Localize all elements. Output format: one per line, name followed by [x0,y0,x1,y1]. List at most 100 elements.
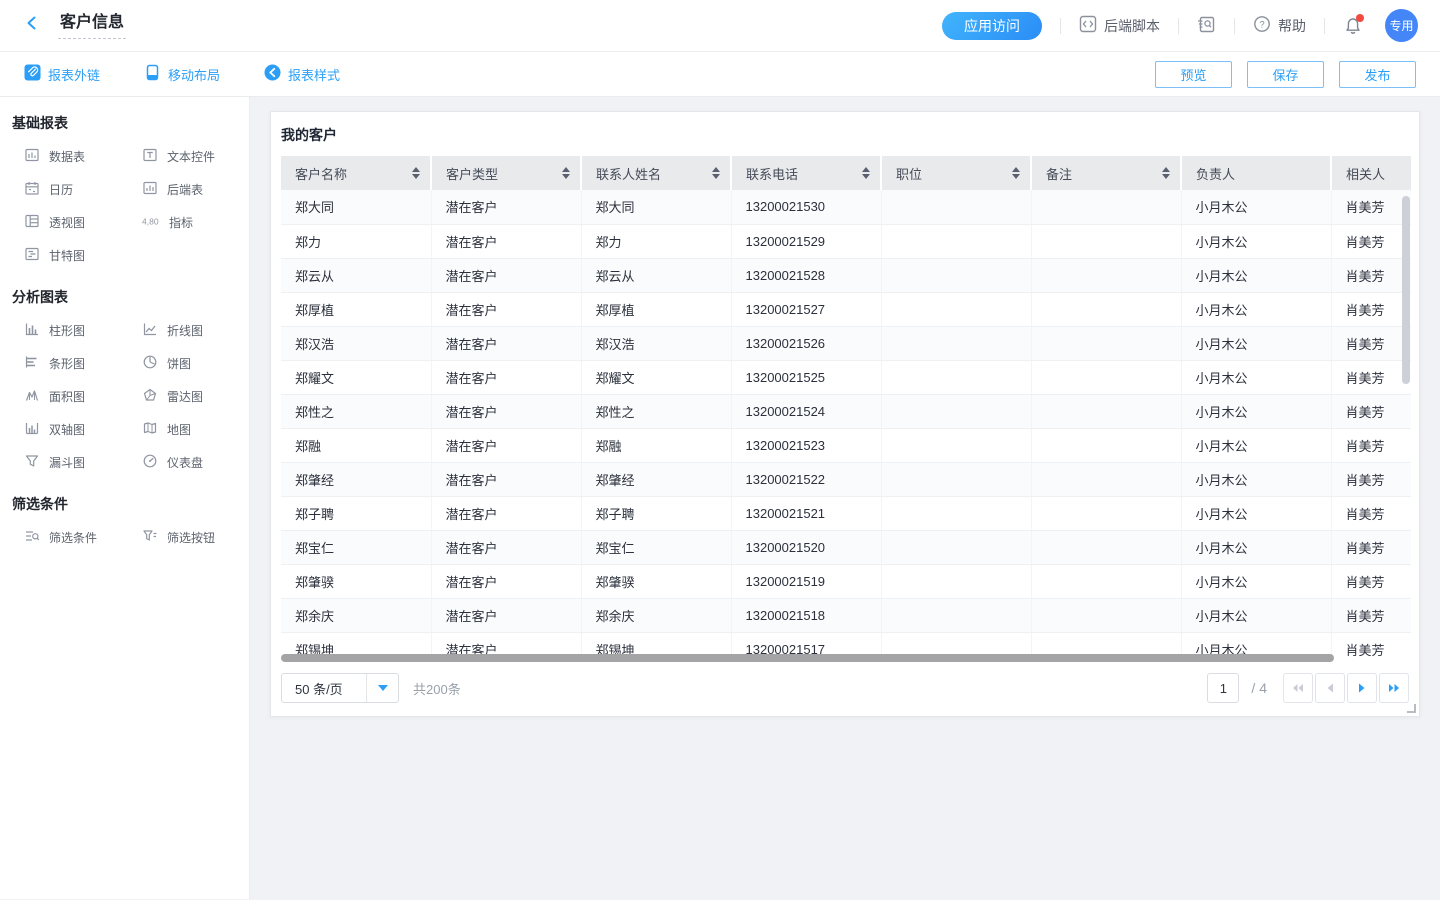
widget-column-chart[interactable]: 柱形图 [24,321,142,340]
cell-name: 郑肇骙 [281,564,431,598]
column-header-note[interactable]: 备注 [1031,156,1181,190]
widget-filter-button[interactable]: 筛选按钮 [142,528,252,547]
cell-contact: 郑耀文 [581,360,731,394]
sort-icon[interactable] [862,167,870,179]
prev-page-button[interactable] [1315,673,1345,703]
report-canvas[interactable]: 我的客户 客户名称 客户类型 联系人姓名 联系电话 职位 [250,97,1440,899]
widget-line-chart[interactable]: 折线图 [142,321,252,340]
widget-pivot[interactable]: 透视图 [24,213,142,232]
cell-title [881,360,1031,394]
column-header-title[interactable]: 职位 [881,156,1031,190]
widget-sidebar: 基础报表 数据表 文本控件 日历 后端表 透视图 [0,97,250,899]
resize-handle[interactable] [1407,704,1416,713]
cell-title [881,462,1031,496]
page-size-select[interactable]: 50 条/页 [281,673,399,703]
filter-widgets: 筛选条件 筛选按钮 [24,528,249,547]
page-number-input[interactable] [1207,673,1239,703]
page-title[interactable]: 客户信息 [58,12,126,39]
style-icon [264,64,281,84]
cell-related: 肖美芳 [1331,530,1411,564]
save-button[interactable]: 保存 [1247,61,1324,88]
cell-title [881,496,1031,530]
avatar[interactable]: 专用 [1385,9,1418,42]
mobile-layout-button[interactable]: 移动布局 [144,64,220,84]
vertical-scrollbar[interactable] [1402,196,1410,384]
sort-icon[interactable] [412,167,420,179]
back-button[interactable] [22,16,42,36]
column-header-name[interactable]: 客户名称 [281,156,431,190]
cell-name: 郑子聘 [281,496,431,530]
widget-area-chart[interactable]: 面积图 [24,387,142,406]
backend-script-button[interactable]: 后端脚本 [1079,15,1160,36]
publish-button[interactable]: 发布 [1339,61,1416,88]
table-title: 我的客户 [271,112,1419,156]
help-button[interactable]: ? 帮助 [1253,15,1306,36]
cell-owner: 小月木公 [1181,530,1331,564]
double-chevron-left-icon [1292,683,1304,693]
cell-phone: 13200021520 [731,530,881,564]
code-icon [1079,15,1097,36]
next-page-button[interactable] [1347,673,1377,703]
widget-label: 筛选按钮 [167,529,215,546]
pager: / 4 [1207,673,1409,703]
widget-backend-table[interactable]: 后端表 [142,180,252,199]
widget-pie-chart[interactable]: 饼图 [142,354,252,373]
table-widget-panel[interactable]: 我的客户 客户名称 客户类型 联系人姓名 联系电话 职位 [270,111,1420,717]
widget-calendar[interactable]: 日历 [24,180,142,199]
widget-label: 折线图 [167,322,203,339]
widget-filter-condition[interactable]: 筛选条件 [24,528,142,547]
widget-label: 数据表 [49,148,85,165]
column-header-owner: 负责人 [1181,156,1331,190]
column-header-type[interactable]: 客户类型 [431,156,581,190]
widget-gantt[interactable]: 甘特图 [24,246,142,265]
cell-related: 肖美芳 [1331,564,1411,598]
widget-metric[interactable]: 4,80 指标 [142,213,252,232]
section-title-charts: 分析图表 [12,287,249,307]
report-style-label: 报表样式 [288,65,340,84]
cell-related: 肖美芳 [1331,428,1411,462]
filter-button-icon [142,528,158,547]
widget-label: 指标 [169,214,193,231]
cell-owner: 小月木公 [1181,190,1331,224]
widget-radar-chart[interactable]: 雷达图 [142,387,252,406]
bar-chart-icon [24,354,40,373]
last-page-button[interactable] [1379,673,1409,703]
cell-note [1031,292,1181,326]
notifications-button[interactable] [1343,16,1363,36]
first-page-button[interactable] [1283,673,1313,703]
cell-type: 潜在客户 [431,258,581,292]
cell-title [881,564,1031,598]
widget-funnel-chart[interactable]: 漏斗图 [24,453,142,472]
cell-phone: 13200021527 [731,292,881,326]
report-external-link-button[interactable]: 报表外链 [24,64,100,84]
cell-owner: 小月木公 [1181,360,1331,394]
sort-icon[interactable] [1012,167,1020,179]
widget-dual-axis-chart[interactable]: 双轴图 [24,420,142,439]
widget-data-table[interactable]: 数据表 [24,147,142,166]
widget-label: 甘特图 [49,247,85,264]
widget-text-control[interactable]: 文本控件 [142,147,252,166]
app-access-button[interactable]: 应用访问 [942,12,1042,40]
column-header-phone[interactable]: 联系电话 [731,156,881,190]
cell-phone: 13200021519 [731,564,881,598]
cell-title [881,598,1031,632]
cell-phone: 13200021524 [731,394,881,428]
widget-gauge[interactable]: 仪表盘 [142,453,252,472]
preview-button[interactable]: 预览 [1155,61,1232,88]
link-icon [24,64,41,84]
column-header-contact[interactable]: 联系人姓名 [581,156,731,190]
cell-title [881,428,1031,462]
sort-icon[interactable] [562,167,570,179]
log-button[interactable] [1197,15,1216,37]
sort-icon[interactable] [712,167,720,179]
cell-owner: 小月木公 [1181,292,1331,326]
widget-bar-chart[interactable]: 条形图 [24,354,142,373]
sort-icon[interactable] [1162,167,1170,179]
table-row: 郑云从 潜在客户 郑云从 13200021528 小月木公 肖美芳 [281,258,1411,292]
cell-type: 潜在客户 [431,360,581,394]
cell-related: 肖美芳 [1331,292,1411,326]
horizontal-scrollbar[interactable] [281,654,1334,662]
widget-map[interactable]: 地图 [142,420,252,439]
dual-axis-icon [24,420,40,439]
report-style-button[interactable]: 报表样式 [264,64,340,84]
